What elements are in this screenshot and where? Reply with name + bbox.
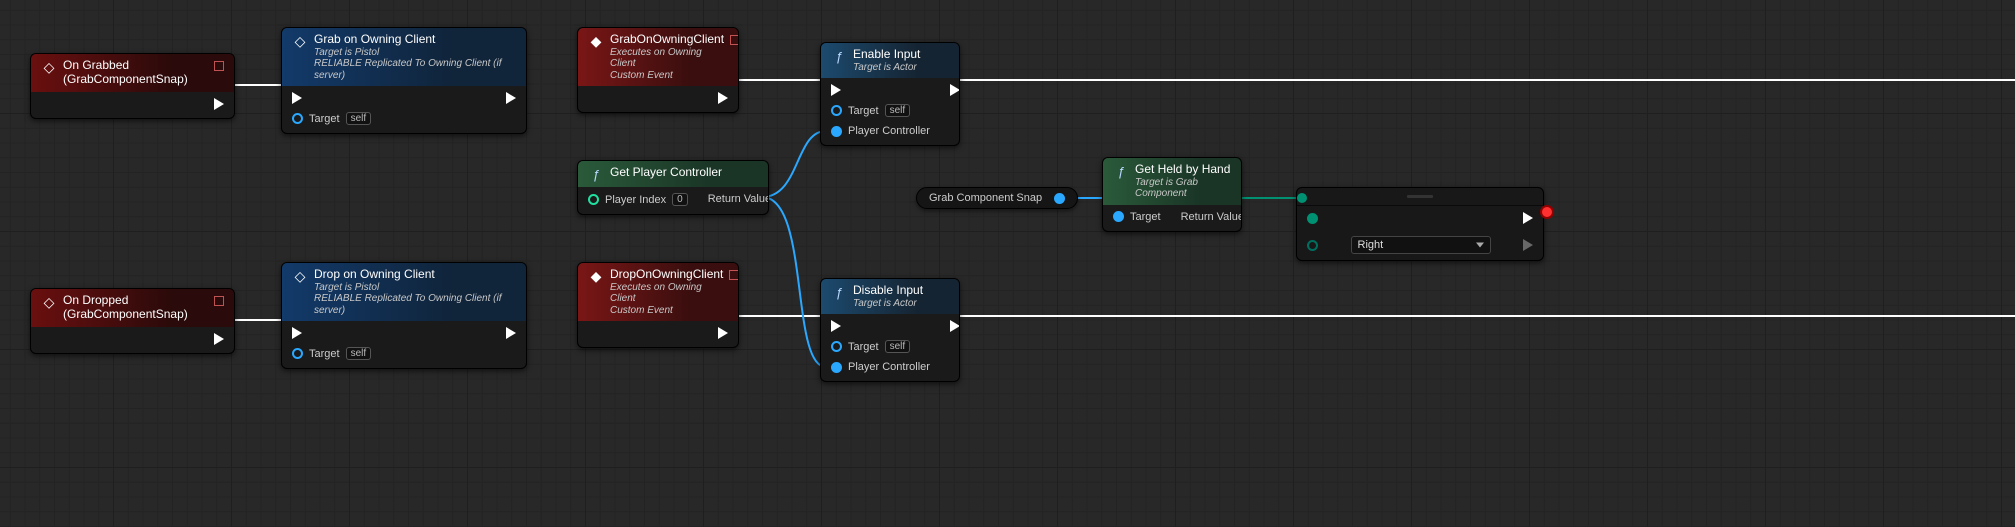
error-indicator[interactable]	[1540, 205, 1554, 219]
node-switch-on-hand[interactable]: Right	[1296, 187, 1544, 261]
node-grab-on-owning-client[interactable]: Grab on Owning Client Target is Pistol R…	[281, 27, 527, 134]
enum-dropdown[interactable]: Right	[1351, 236, 1491, 254]
node-drop-on-owning-client[interactable]: Drop on Owning Client Target is Pistol R…	[281, 262, 527, 369]
node-subtitle: Target is Actor	[853, 298, 949, 310]
reroute-node[interactable]	[1297, 193, 1307, 203]
target-pin[interactable]: Target self	[831, 340, 930, 353]
function-icon	[831, 49, 847, 64]
variable-output-pin[interactable]	[1054, 193, 1065, 204]
node-get-player-controller[interactable]: Get Player Controller Player Index 0 Ret…	[577, 160, 769, 215]
return-value-pin[interactable]: Return Value	[708, 193, 769, 205]
node-title: Get Held by Hand	[1135, 163, 1231, 177]
node-subtitle: Target is Actor	[853, 62, 949, 74]
node-subtitle: Target is Grab Component	[1135, 177, 1231, 200]
variable-label: Grab Component Snap	[929, 192, 1042, 204]
node-drop-custom-event[interactable]: DropOnOwningClient Executes on Owning Cl…	[577, 262, 739, 348]
node-subtitle: Custom Event	[610, 305, 723, 317]
exec-out-pin[interactable]	[506, 92, 516, 104]
node-get-held-by-hand[interactable]: Get Held by Hand Target is Grab Componen…	[1102, 157, 1242, 232]
drag-handle[interactable]	[1297, 188, 1543, 206]
node-on-grabbed[interactable]: On Grabbed (GrabComponentSnap)	[30, 53, 235, 119]
player-index-pin[interactable]: Player Index 0	[588, 193, 688, 206]
breakpoint-indicator[interactable]	[214, 296, 224, 306]
target-pin[interactable]: Target self	[292, 347, 371, 360]
node-title: On Dropped (GrabComponentSnap)	[63, 294, 208, 322]
node-title: Get Player Controller	[610, 166, 758, 180]
exec-out-pin[interactable]	[718, 327, 728, 339]
custom-event-icon	[588, 269, 604, 283]
exec-out-pin[interactable]	[950, 320, 960, 332]
replicated-icon	[292, 34, 308, 48]
breakpoint-indicator[interactable]	[214, 61, 224, 71]
replicated-icon	[292, 269, 308, 283]
custom-event-icon	[588, 34, 604, 48]
event-icon	[41, 295, 57, 309]
return-value-pin[interactable]: Return Value	[1181, 211, 1242, 223]
variable-grab-component-snap[interactable]: Grab Component Snap	[916, 187, 1078, 209]
target-pin[interactable]: Target	[1113, 211, 1161, 223]
exec-in-pin[interactable]	[831, 320, 930, 332]
node-title: GrabOnOwningClient	[610, 33, 724, 47]
function-icon	[588, 167, 604, 182]
node-subtitle: Executes on Owning Client	[610, 47, 724, 70]
node-disable-input[interactable]: Disable Input Target is Actor Target sel…	[820, 278, 960, 382]
node-title: Grab on Owning Client	[314, 33, 516, 47]
node-title: Enable Input	[853, 48, 949, 62]
player-controller-pin[interactable]: Player Controller	[831, 125, 930, 137]
node-subtitle: Custom Event	[610, 70, 724, 82]
player-controller-pin[interactable]: Player Controller	[831, 361, 930, 373]
node-grab-custom-event[interactable]: GrabOnOwningClient Executes on Owning Cl…	[577, 27, 739, 113]
option-pin[interactable]	[1307, 240, 1318, 251]
function-icon	[1113, 164, 1129, 179]
exec-out-option[interactable]	[1523, 239, 1533, 251]
exec-out-pin[interactable]	[214, 333, 224, 345]
node-subtitle: Target is Pistol	[314, 47, 516, 59]
node-title: Disable Input	[853, 284, 949, 298]
target-pin[interactable]: Target self	[292, 112, 371, 125]
exec-in-pin[interactable]	[831, 84, 930, 96]
exec-out-pin[interactable]	[950, 84, 960, 96]
node-subtitle: RELIABLE Replicated To Owning Client (if…	[314, 58, 516, 81]
exec-out-pin[interactable]	[506, 327, 516, 339]
exec-out-pin[interactable]	[214, 98, 224, 110]
exec-out-pin[interactable]	[718, 92, 728, 104]
node-title: Drop on Owning Client	[314, 268, 516, 282]
node-subtitle: Executes on Owning Client	[610, 282, 723, 305]
node-title: On Grabbed (GrabComponentSnap)	[63, 59, 208, 87]
breakpoint-indicator[interactable]	[730, 35, 739, 45]
node-subtitle: Target is Pistol	[314, 282, 516, 294]
node-subtitle: RELIABLE Replicated To Owning Client (if…	[314, 293, 516, 316]
target-pin[interactable]: Target self	[831, 104, 930, 117]
exec-in-pin[interactable]	[292, 92, 371, 104]
selection-pin[interactable]	[1307, 213, 1318, 224]
exec-out-default[interactable]	[1523, 212, 1533, 224]
node-enable-input[interactable]: Enable Input Target is Actor Target self…	[820, 42, 960, 146]
function-icon	[831, 285, 847, 300]
exec-in-pin[interactable]	[292, 327, 371, 339]
event-icon	[41, 60, 57, 74]
breakpoint-indicator[interactable]	[729, 270, 739, 280]
node-on-dropped[interactable]: On Dropped (GrabComponentSnap)	[30, 288, 235, 354]
node-title: DropOnOwningClient	[610, 268, 723, 282]
